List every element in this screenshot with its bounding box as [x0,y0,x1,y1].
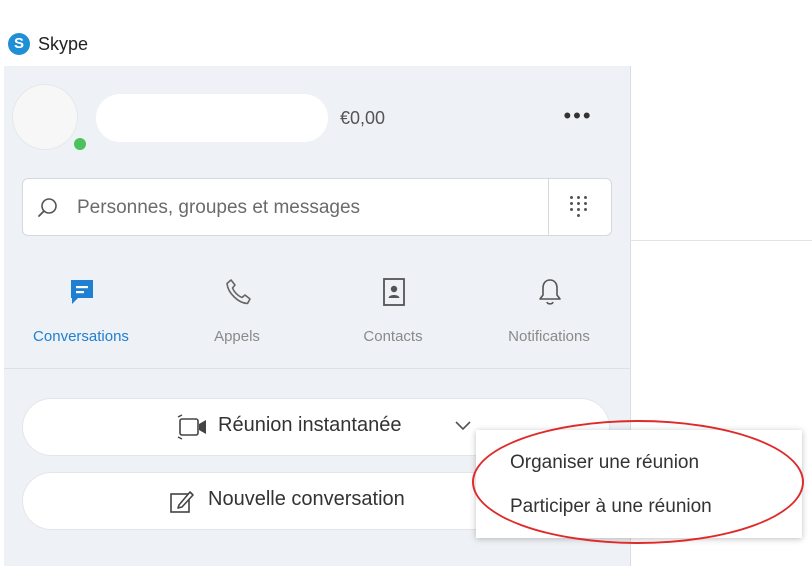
search-input[interactable] [75,194,549,222]
phone-icon [226,279,251,305]
title-bar: S Skype [0,0,812,62]
tab-calls[interactable]: Appels [162,270,312,360]
nav-tabs: Conversations Appels Contacts Notificati… [4,270,630,360]
menu-item-schedule-meeting[interactable]: Organiser une réunion [510,452,699,474]
new-conversation-label: Nouvelle conversation [208,488,405,510]
tab-contacts[interactable]: Contacts [318,270,468,360]
tab-label: Appels [214,328,260,345]
credit-balance[interactable]: €0,00 [340,108,385,129]
instant-meeting-label: Réunion instantanée [218,414,402,436]
contacts-icon [383,278,405,306]
compose-icon [170,491,194,513]
more-options-button[interactable]: ••• [554,104,602,132]
video-camera-icon [177,414,206,440]
tab-label: Conversations [33,328,129,345]
content-divider [630,240,812,241]
tab-label: Contacts [363,328,423,345]
skype-logo-icon: S [8,33,30,55]
tab-label: Notifications [508,328,590,345]
meeting-dropdown-menu: Organiser une réunion Participer à une r… [476,430,802,538]
menu-item-join-meeting[interactable]: Participer à une réunion [510,496,712,518]
dialpad-button[interactable] [548,179,611,235]
tab-notifications[interactable]: Notifications [474,270,624,360]
search-icon [38,198,57,217]
profile-name-button[interactable] [96,94,328,142]
chevron-down-icon[interactable] [454,420,472,432]
app-title: Skype [38,34,89,54]
presence-indicator [72,136,88,152]
tab-conversations[interactable]: Conversations [6,270,156,360]
chat-icon [71,280,93,304]
bell-icon [539,279,561,305]
avatar[interactable] [12,84,78,150]
search-box [22,178,612,236]
tabs-divider [4,368,630,369]
